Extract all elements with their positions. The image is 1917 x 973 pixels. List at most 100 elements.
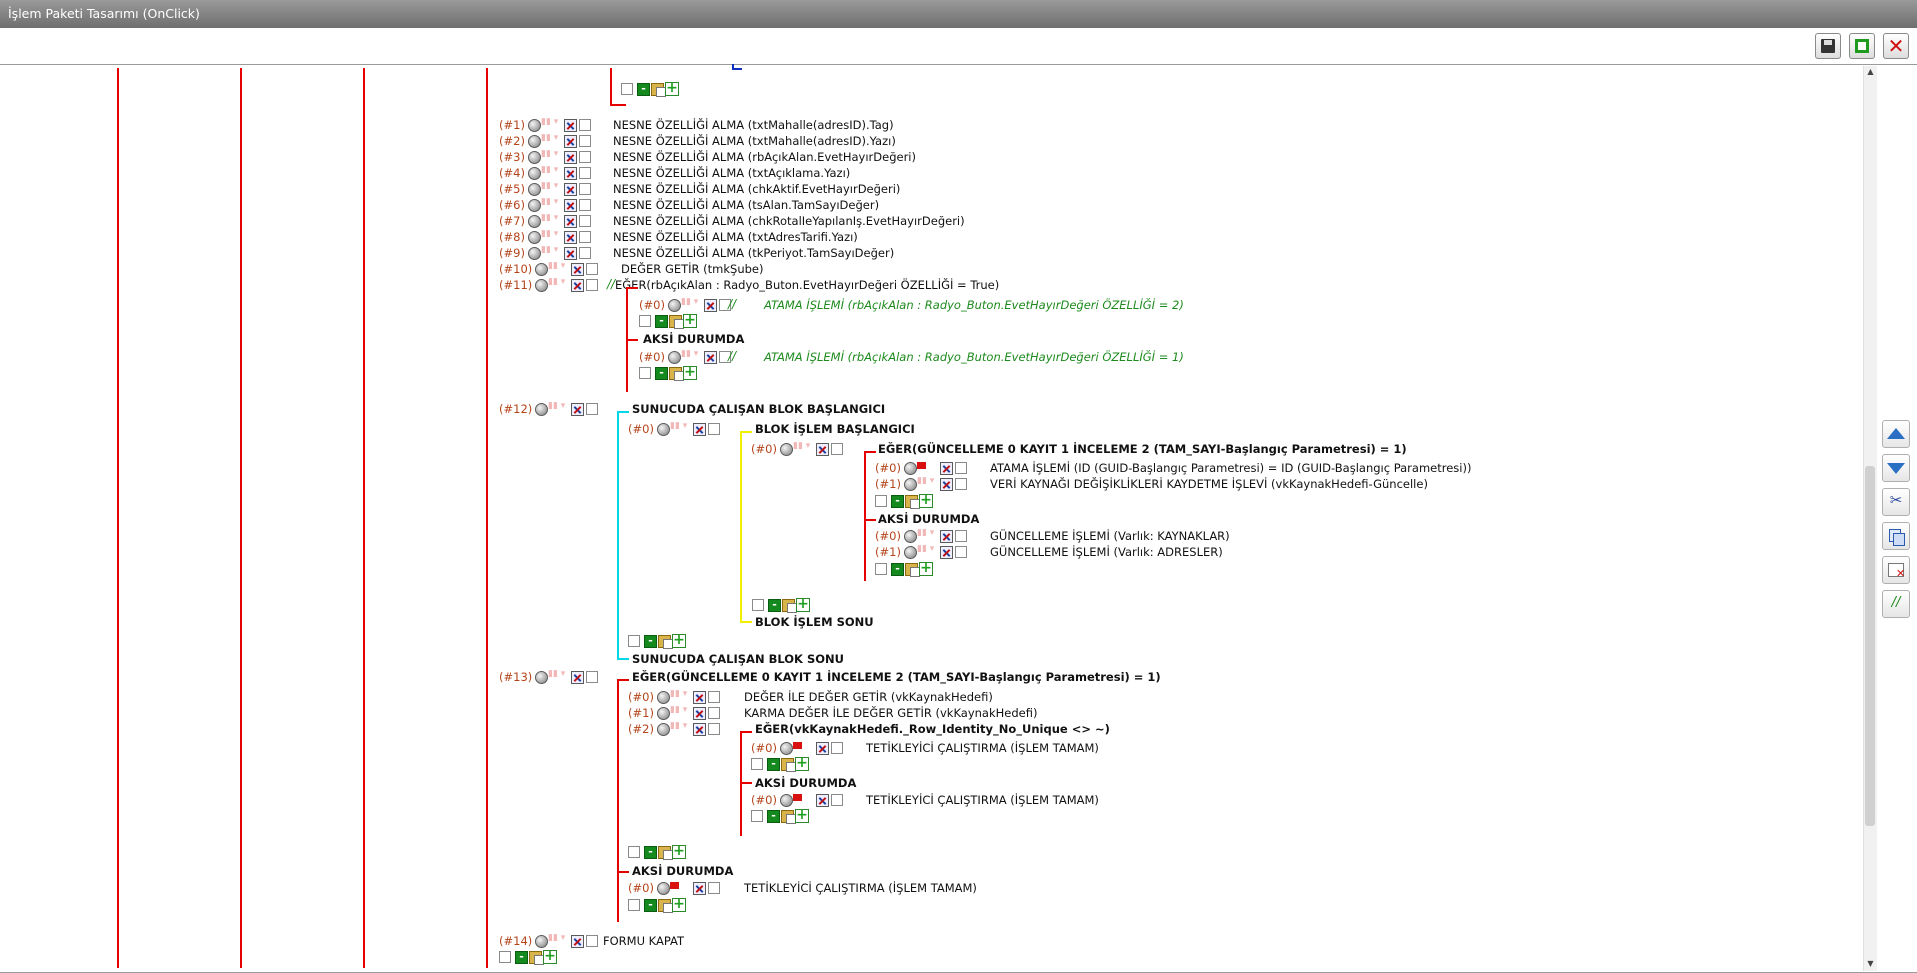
- delete-step-icon[interactable]: [564, 247, 577, 260]
- adder-checkbox[interactable]: [875, 495, 887, 507]
- collapse-icon[interactable]: -: [655, 315, 668, 328]
- delete-step-icon[interactable]: [564, 151, 577, 164]
- status-circle-icon[interactable]: [780, 443, 793, 456]
- delete-step-icon[interactable]: [940, 530, 953, 543]
- status-circle-icon[interactable]: [535, 279, 548, 292]
- collapse-icon[interactable]: -: [644, 899, 657, 912]
- delete-step-icon[interactable]: [940, 546, 953, 559]
- delete-step-icon[interactable]: [571, 403, 584, 416]
- delete-step-icon[interactable]: [940, 462, 953, 475]
- select-checkbox[interactable]: [955, 530, 967, 542]
- select-checkbox[interactable]: [579, 247, 591, 259]
- add-step-icon[interactable]: +: [672, 633, 686, 648]
- status-circle-icon[interactable]: [528, 119, 541, 132]
- select-checkbox[interactable]: [708, 882, 720, 894]
- select-checkbox[interactable]: [708, 691, 720, 703]
- status-circle-icon[interactable]: [535, 403, 548, 416]
- delete-step-icon[interactable]: [693, 723, 706, 736]
- paste-icon[interactable]: [781, 810, 796, 824]
- select-checkbox[interactable]: [831, 443, 843, 455]
- add-step-icon[interactable]: +: [919, 561, 933, 576]
- paste-icon[interactable]: [782, 599, 797, 613]
- status-circle-icon[interactable]: [780, 794, 793, 807]
- select-checkbox[interactable]: [586, 403, 598, 415]
- status-circle-icon[interactable]: [528, 135, 541, 148]
- select-checkbox[interactable]: [831, 742, 843, 754]
- delete-step-icon[interactable]: [564, 183, 577, 196]
- adder-checkbox[interactable]: [752, 599, 764, 611]
- paste-icon[interactable]: [781, 758, 796, 772]
- delete-step-icon[interactable]: [571, 279, 584, 292]
- paste-icon[interactable]: [529, 951, 544, 965]
- delete-step-icon[interactable]: [693, 691, 706, 704]
- collapse-icon[interactable]: -: [767, 758, 780, 771]
- adder-checkbox[interactable]: [875, 563, 887, 575]
- status-circle-icon[interactable]: [657, 707, 670, 720]
- status-circle-icon[interactable]: [528, 231, 541, 244]
- status-circle-icon[interactable]: [904, 530, 917, 543]
- collapse-icon[interactable]: -: [655, 367, 668, 380]
- status-circle-icon[interactable]: [528, 247, 541, 260]
- status-circle-icon[interactable]: [528, 167, 541, 180]
- scroll-down-icon[interactable]: ▼: [1865, 958, 1876, 970]
- add-step-icon[interactable]: +: [795, 808, 809, 823]
- status-circle-icon[interactable]: [528, 183, 541, 196]
- status-circle-icon[interactable]: [780, 742, 793, 755]
- delete-step-icon[interactable]: [564, 231, 577, 244]
- add-step-icon[interactable]: +: [665, 81, 679, 96]
- select-checkbox[interactable]: [955, 546, 967, 558]
- delete-step-icon[interactable]: [571, 935, 584, 948]
- select-checkbox[interactable]: [579, 135, 591, 147]
- status-circle-icon[interactable]: [535, 263, 548, 276]
- status-circle-icon[interactable]: [528, 151, 541, 164]
- select-checkbox[interactable]: [708, 723, 720, 735]
- add-step-icon[interactable]: +: [672, 897, 686, 912]
- select-checkbox[interactable]: [586, 935, 598, 947]
- select-checkbox[interactable]: [579, 215, 591, 227]
- delete-step-icon[interactable]: [693, 882, 706, 895]
- delete-step-icon[interactable]: [816, 794, 829, 807]
- delete-step-icon[interactable]: [816, 742, 829, 755]
- scroll-up-icon[interactable]: ▲: [1865, 66, 1876, 78]
- select-checkbox[interactable]: [586, 279, 598, 291]
- paste-icon[interactable]: [905, 495, 920, 509]
- delete-step-icon[interactable]: [564, 119, 577, 132]
- paste-icon[interactable]: [905, 563, 920, 577]
- add-step-icon[interactable]: +: [795, 756, 809, 771]
- delete-step-icon[interactable]: [564, 215, 577, 228]
- collapse-icon[interactable]: -: [767, 810, 780, 823]
- move-down-button[interactable]: [1882, 454, 1910, 482]
- paste-icon[interactable]: [669, 315, 684, 329]
- delete-step-icon[interactable]: [564, 199, 577, 212]
- add-step-icon[interactable]: +: [796, 597, 810, 612]
- collapse-icon[interactable]: -: [515, 951, 528, 964]
- add-step-icon[interactable]: +: [543, 949, 557, 964]
- vertical-scrollbar[interactable]: ▲ ▼: [1863, 66, 1877, 971]
- status-circle-icon[interactable]: [528, 215, 541, 228]
- collapse-icon[interactable]: -: [768, 599, 781, 612]
- delete-step-icon[interactable]: [564, 135, 577, 148]
- cut-button[interactable]: ✂: [1882, 488, 1910, 516]
- comment-button[interactable]: //: [1882, 590, 1910, 618]
- status-circle-icon[interactable]: [535, 671, 548, 684]
- delete-step-icon[interactable]: [940, 478, 953, 491]
- status-circle-icon[interactable]: [657, 723, 670, 736]
- collapse-icon[interactable]: -: [644, 846, 657, 859]
- paste-icon[interactable]: [658, 635, 673, 649]
- add-step-icon[interactable]: +: [683, 313, 697, 328]
- paste-icon[interactable]: [658, 846, 673, 860]
- select-checkbox[interactable]: [579, 199, 591, 211]
- paste-icon[interactable]: [651, 83, 666, 97]
- status-circle-icon[interactable]: [657, 691, 670, 704]
- select-checkbox[interactable]: [708, 423, 720, 435]
- move-up-button[interactable]: [1882, 420, 1910, 448]
- select-checkbox[interactable]: [579, 167, 591, 179]
- collapse-icon[interactable]: -: [891, 495, 904, 508]
- delete-step-icon[interactable]: [564, 167, 577, 180]
- adder-checkbox[interactable]: [751, 758, 763, 770]
- delete-step-icon[interactable]: [704, 299, 717, 312]
- scrollbar-thumb[interactable]: [1865, 466, 1875, 826]
- delete-step-icon[interactable]: [693, 707, 706, 720]
- paste-icon[interactable]: [669, 367, 684, 381]
- status-circle-icon[interactable]: [904, 462, 917, 475]
